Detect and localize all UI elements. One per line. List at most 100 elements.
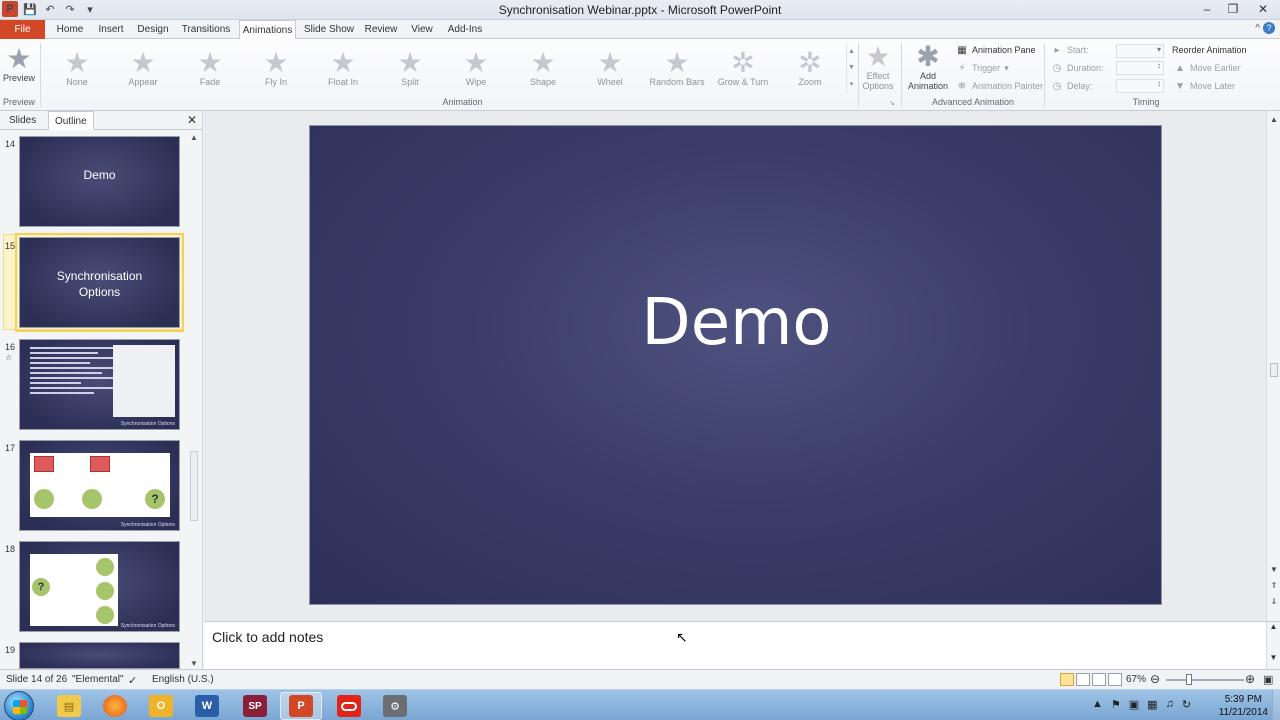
notes-placeholder[interactable]: Click to add notes — [212, 629, 323, 645]
move-later-button[interactable]: ▼ Move Later — [1174, 80, 1235, 92]
duration-spinner[interactable]: ↕ — [1116, 61, 1164, 75]
gallery-scrollbar[interactable]: ▲ ▼ ▾ — [846, 43, 856, 93]
animation-float-in-button[interactable]: ★ Float In — [316, 49, 370, 88]
tab-insert[interactable]: Insert — [94, 20, 128, 39]
gallery-up-icon[interactable]: ▲ — [848, 48, 855, 55]
spellcheck-icon[interactable]: ✓ — [128, 674, 137, 687]
effect-options-button[interactable]: ★ Effect Options — [858, 43, 898, 92]
panel-scrollbar[interactable]: ▲ ▼ — [187, 131, 201, 668]
scroll-thumb[interactable] — [1270, 363, 1278, 377]
show-desktop-button[interactable] — [1272, 690, 1280, 720]
taskbar-outlook[interactable]: O — [140, 692, 182, 720]
tab-file[interactable]: File — [0, 20, 45, 39]
clock[interactable]: 5:39 PM 11/21/2014 — [1219, 693, 1268, 719]
display-icon[interactable]: ▣ — [1129, 698, 1139, 711]
gallery-down-icon[interactable]: ▼ — [848, 64, 855, 71]
dialog-launcher-icon[interactable]: ↘ — [889, 99, 895, 107]
normal-view-icon[interactable] — [1060, 673, 1074, 686]
language-status[interactable]: English (U.S.) — [152, 674, 214, 685]
scroll-down-icon[interactable]: ▼ — [187, 659, 201, 668]
next-slide-icon[interactable]: ⇓ — [1267, 597, 1280, 606]
animation-zoom-button[interactable]: ✲ Zoom — [783, 49, 837, 88]
tab-home[interactable]: Home — [52, 20, 88, 39]
tab-outline[interactable]: Outline — [48, 111, 94, 130]
slide-thumbnail-16[interactable]: Synchronisation Options — [19, 339, 180, 430]
scroll-thumb[interactable] — [190, 451, 198, 521]
slideshow-view-icon[interactable] — [1108, 673, 1122, 686]
help-icon[interactable]: ? — [1263, 22, 1275, 34]
zoom-slider-knob[interactable] — [1186, 674, 1192, 685]
title-bar: P 💾 ↶ ↷ ▾ Synchronisation Webinar.pptx -… — [0, 0, 1280, 20]
notes-scrollbar[interactable]: ▲ ▼ — [1266, 622, 1280, 670]
add-animation-button[interactable]: ✱ Add Animation — [903, 43, 953, 92]
tab-slides[interactable]: Slides — [3, 111, 42, 130]
taskbar-oracle[interactable] — [328, 692, 370, 720]
scroll-up-icon[interactable]: ▲ — [187, 133, 201, 142]
animation-fade-button[interactable]: ★ Fade — [183, 49, 237, 88]
taskbar-word[interactable]: W — [186, 692, 228, 720]
tab-add-ins[interactable]: Add-Ins — [445, 20, 485, 39]
minimize-button[interactable]: – — [1194, 0, 1220, 18]
theme-status[interactable]: "Elemental" — [72, 674, 124, 685]
close-panel-icon[interactable]: ✕ — [187, 113, 197, 127]
reading-view-icon[interactable] — [1092, 673, 1106, 686]
zoom-in-icon[interactable]: ⊕ — [1245, 672, 1255, 686]
animation-shape-button[interactable]: ★ Shape — [516, 49, 570, 88]
start-button[interactable] — [4, 691, 34, 720]
scroll-down-icon[interactable]: ▼ — [1267, 565, 1280, 574]
maximize-button[interactable]: ❐ — [1220, 0, 1246, 18]
notes-pane[interactable]: Click to add notes ▲ ▼ — [204, 621, 1280, 670]
sync-icon[interactable]: ↻ — [1182, 698, 1191, 711]
taskbar-explorer[interactable]: ▤ — [48, 692, 90, 720]
ribbon-minimize-icon[interactable]: ^ — [1255, 23, 1260, 34]
tab-view[interactable]: View — [408, 20, 436, 39]
slide-thumbnail-18[interactable]: ? Synchronisation Options — [19, 541, 180, 632]
zoom-out-icon[interactable]: ⊖ — [1150, 672, 1160, 686]
animation-random-bars-button[interactable]: ★ Random Bars — [644, 49, 710, 88]
gallery-more-icon[interactable]: ▾ — [850, 80, 854, 88]
network-icon[interactable]: ▦ — [1147, 698, 1157, 711]
slide-canvas[interactable]: Demo — [309, 125, 1162, 605]
animation-split-button[interactable]: ★ Split — [383, 49, 437, 88]
preview-button[interactable]: ★ Preview — [0, 45, 38, 84]
animation-wheel-button[interactable]: ★ Wheel — [583, 49, 637, 88]
volume-icon[interactable]: ♫ — [1166, 698, 1174, 711]
slide-thumbnail-19[interactable] — [19, 642, 180, 669]
zoom-slider[interactable] — [1166, 679, 1244, 681]
taskbar-sharepoint[interactable]: SP — [234, 692, 276, 720]
animation-fly-in-button[interactable]: ★ Fly In — [249, 49, 303, 88]
taskbar-powerpoint[interactable]: P — [280, 692, 322, 720]
taskbar-tool[interactable]: ⚙ — [374, 692, 416, 720]
taskbar-firefox[interactable] — [94, 692, 136, 720]
animation-grow-turn-button[interactable]: ✲ Grow & Turn — [712, 49, 774, 88]
tab-transitions[interactable]: Transitions — [179, 20, 233, 39]
scroll-up-icon[interactable]: ▲ — [1267, 622, 1280, 631]
slide-title[interactable]: Demo — [310, 286, 1163, 360]
slide-sorter-view-icon[interactable] — [1076, 673, 1090, 686]
tab-design[interactable]: Design — [134, 20, 172, 39]
previous-slide-icon[interactable]: ⇑ — [1267, 581, 1280, 590]
tab-slide-show[interactable]: Slide Show — [302, 20, 356, 39]
zoom-level[interactable]: 67% — [1126, 674, 1146, 685]
animation-none-button[interactable]: ★ None — [50, 49, 104, 88]
slide-thumbnail-17[interactable]: ? Synchronisation Options — [19, 440, 180, 531]
start-select[interactable]: ▾ — [1116, 44, 1164, 58]
slide-scrollbar[interactable]: ▲ ▼ ⇑ ⇓ — [1266, 111, 1280, 621]
trigger-button[interactable]: ⚡ Trigger ▾ — [956, 62, 1008, 74]
scroll-up-icon[interactable]: ▲ — [1267, 115, 1280, 124]
animation-painter-button[interactable]: ❄ Animation Painter — [956, 80, 1043, 92]
delay-spinner[interactable]: ↕ — [1116, 79, 1164, 93]
fit-to-window-icon[interactable]: ▣ — [1263, 673, 1273, 686]
scroll-down-icon[interactable]: ▼ — [1267, 653, 1280, 662]
tab-review[interactable]: Review — [363, 20, 399, 39]
slide-thumbnail-14[interactable]: Demo — [19, 136, 180, 227]
animation-pane-button[interactable]: ▦ Animation Pane — [956, 44, 1035, 56]
show-hidden-icons[interactable]: ▲ — [1092, 698, 1103, 711]
close-button[interactable]: ✕ — [1246, 0, 1280, 18]
animation-wipe-button[interactable]: ★ Wipe — [449, 49, 503, 88]
flag-icon[interactable]: ⚑ — [1111, 698, 1121, 711]
slide-thumbnail-15[interactable]: Synchronisation Options — [15, 233, 184, 332]
tab-animations[interactable]: Animations — [239, 20, 296, 40]
animation-appear-button[interactable]: ★ Appear — [116, 49, 170, 88]
move-earlier-button[interactable]: ▲ Move Earlier — [1174, 62, 1240, 74]
